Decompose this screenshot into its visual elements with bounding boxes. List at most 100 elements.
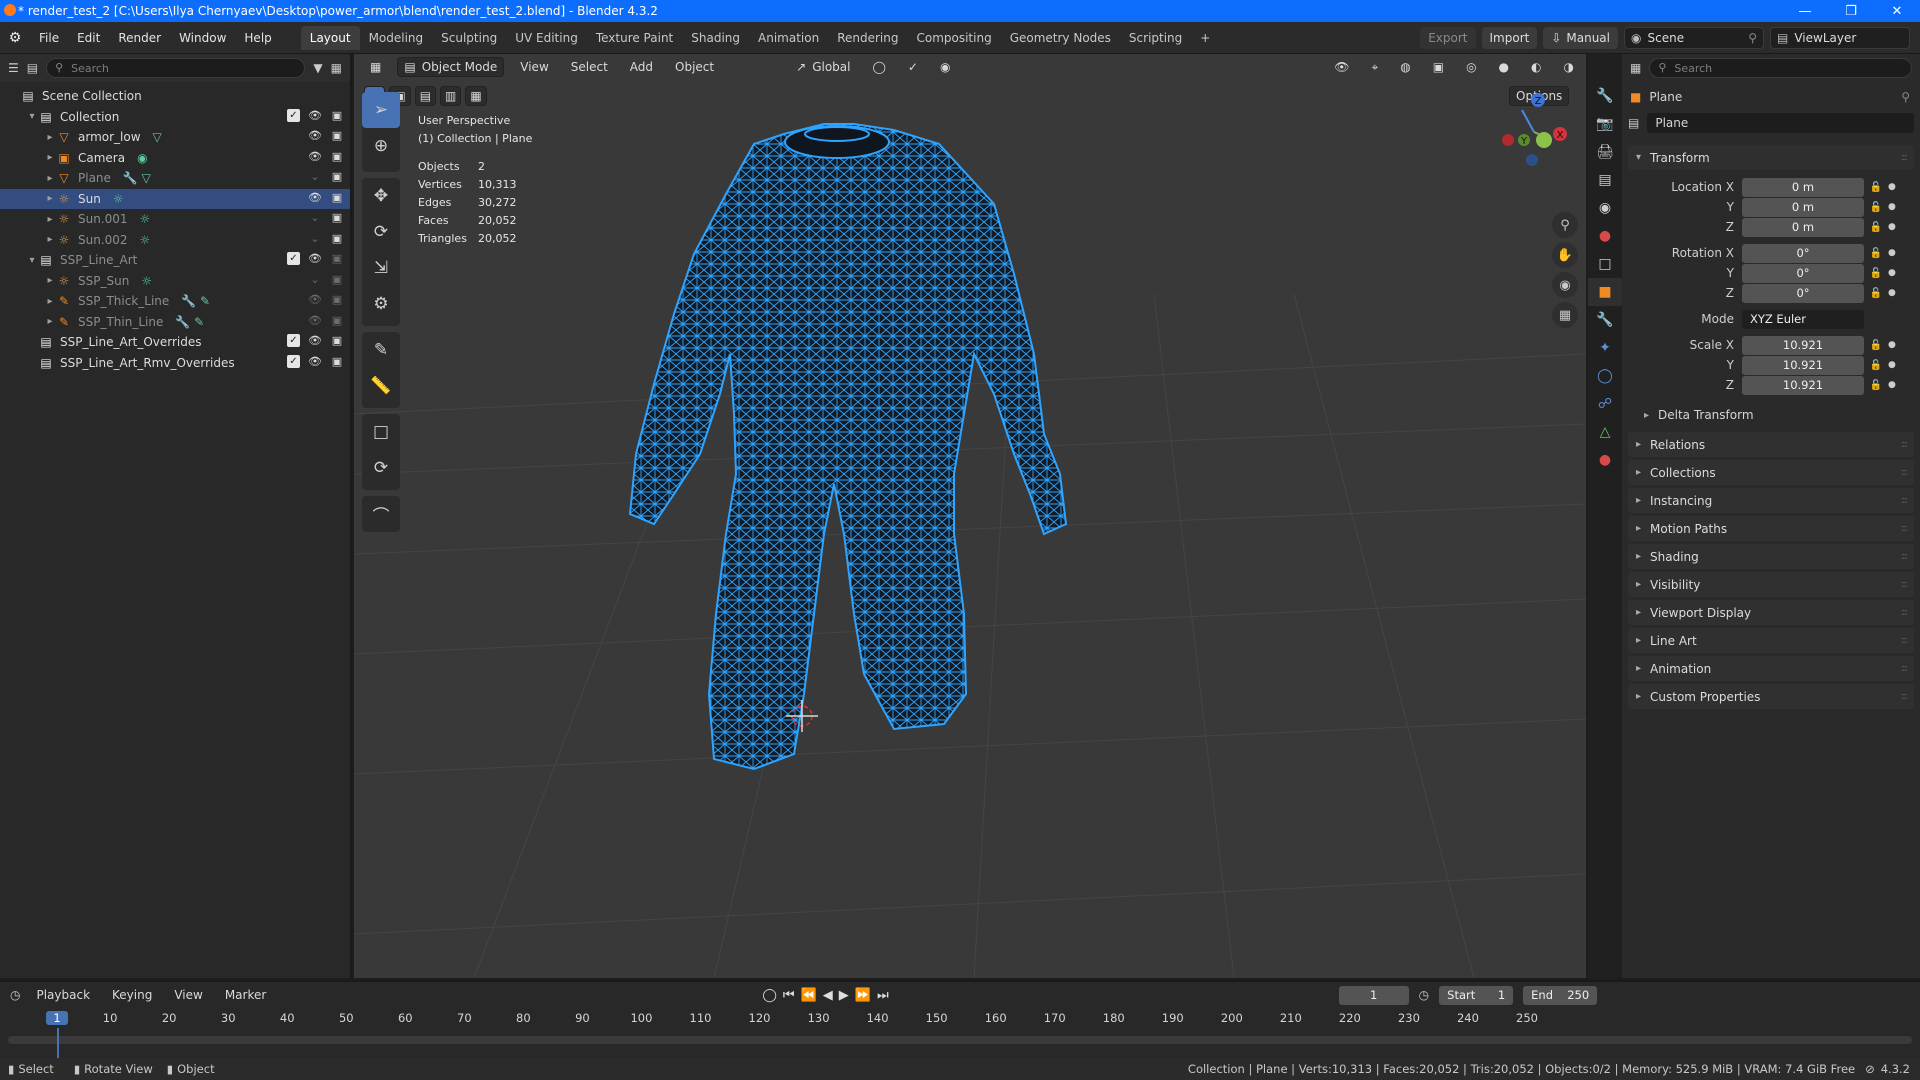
keyframe-dot-icon[interactable]: ● [1888, 288, 1900, 298]
eye-icon[interactable]: 👁 [308, 252, 322, 265]
filter-icon[interactable]: ▼ [313, 61, 322, 75]
keyframe-dot-icon[interactable]: ● [1888, 202, 1900, 212]
shading-wireframe-icon[interactable]: ◎ [1460, 57, 1482, 77]
camera-render-icon[interactable]: ▣ [330, 232, 344, 245]
drag-grip-icon[interactable]: :::: [1901, 523, 1909, 534]
select-box-tool-icon[interactable]: ➢ [362, 92, 400, 128]
menu-select[interactable]: Select [565, 57, 614, 77]
tab-animation[interactable]: Animation [749, 26, 828, 50]
expand-chevron-icon[interactable]: ▸ [44, 275, 56, 286]
drag-grip-icon[interactable]: :::: [1901, 663, 1909, 674]
panel-custom-properties[interactable]: ▸ Custom Properties:::: [1628, 684, 1914, 709]
visibility-icon[interactable]: 👁 [1328, 57, 1355, 77]
drag-grip-icon[interactable]: :::: [1901, 152, 1909, 163]
select-intersect-icon[interactable]: ▦ [465, 86, 487, 106]
data-tab-icon[interactable]: △ [1588, 418, 1622, 446]
particles-tab-icon[interactable]: ✦ [1588, 334, 1622, 362]
outliner-row[interactable]: ▤ Scene Collection [0, 86, 350, 107]
eye-icon[interactable]: 👁 [308, 314, 322, 327]
import-button[interactable]: Import [1481, 26, 1538, 49]
view-layer-selector[interactable]: ▤ ViewLayer [1770, 26, 1910, 49]
panel-collections[interactable]: ▸ Collections:::: [1628, 460, 1914, 485]
expand-chevron-icon[interactable]: ▾ [26, 255, 38, 266]
tab-scripting[interactable]: Scripting [1120, 26, 1191, 50]
camera-render-icon[interactable]: ▣ [330, 191, 344, 204]
xray-icon[interactable]: ▣ [1427, 57, 1450, 77]
jump-end-icon[interactable]: ⏭ [877, 988, 889, 1003]
camera-render-icon[interactable]: ▣ [330, 211, 344, 224]
tab-geometry-nodes[interactable]: Geometry Nodes [1001, 26, 1120, 50]
curve-tool-icon[interactable]: ⌒ [362, 496, 400, 532]
outliner-row[interactable]: ▾ ▤ SSP_Line_Art ✓ 👁 ▣ [0, 250, 350, 271]
transform-panel-header[interactable]: ▾ Transform :::: [1628, 145, 1914, 170]
lock-icon[interactable]: 🔓 [1864, 248, 1888, 259]
include-checkbox[interactable]: ✓ [287, 252, 300, 265]
expand-chevron-icon[interactable]: ▸ [44, 193, 56, 204]
drag-grip-icon[interactable]: :::: [1901, 635, 1909, 646]
eye-icon[interactable]: 👁 [308, 191, 322, 204]
lock-icon[interactable]: 🔓 [1864, 340, 1888, 351]
menu-file[interactable]: File [30, 31, 68, 45]
pivot-icon[interactable]: ◯ [866, 57, 891, 77]
scale-z-field[interactable]: 10.921 [1742, 375, 1864, 395]
outliner-row[interactable]: ▾ ▤ Collection ✓ 👁 ▣ [0, 107, 350, 128]
tab-sculpting[interactable]: Sculpting [432, 26, 506, 50]
cursor-tool-icon[interactable]: ⊕ [362, 128, 400, 164]
measure-tool-icon[interactable]: 📏 [362, 368, 400, 404]
panel-instancing[interactable]: ▸ Instancing:::: [1628, 488, 1914, 513]
transform-orientation-selector[interactable]: ↗ Global [790, 57, 856, 77]
object-tab-icon[interactable]: ■ [1588, 278, 1622, 306]
move-tool-icon[interactable]: ✥ [362, 178, 400, 214]
world-tab-icon[interactable]: ● [1588, 222, 1622, 250]
eye-icon[interactable]: 👁 [308, 293, 322, 306]
rotation-x-field[interactable]: 0° [1742, 243, 1864, 263]
expand-chevron-icon[interactable]: ▸ [44, 296, 56, 307]
drag-grip-icon[interactable]: :::: [1901, 607, 1909, 618]
keyframe-dot-icon[interactable]: ● [1888, 182, 1900, 192]
editor-type-icon[interactable]: ▦ [1630, 61, 1641, 75]
outliner-row[interactable]: ▸ ☼ SSP_Sun ☼ ⌄ ▣ [0, 271, 350, 292]
outliner-row[interactable]: ▸ ▽ Plane 🔧 ▽ ⌄ ▣ [0, 168, 350, 189]
camera-render-icon[interactable]: ▣ [330, 355, 344, 368]
menu-view[interactable]: View [514, 57, 554, 77]
editor-type-icon[interactable]: ◷ [10, 988, 20, 1002]
delta-transform-subpanel[interactable]: ▸ Delta Transform [1622, 405, 1920, 425]
playhead-line[interactable] [57, 1028, 59, 1062]
grid-perspective-icon[interactable]: ▦ [1552, 302, 1578, 328]
add-workspace-button[interactable]: + [1191, 26, 1219, 50]
eye-icon[interactable]: 👁 [308, 355, 322, 368]
play-icon[interactable]: ▶ [839, 988, 849, 1003]
export-button[interactable]: Export [1420, 26, 1476, 49]
end-frame-field[interactable]: End 250 [1523, 985, 1598, 1005]
camera-render-icon[interactable]: ▣ [330, 129, 344, 142]
scale-x-field[interactable]: 10.921 [1742, 335, 1864, 355]
tab-compositing[interactable]: Compositing [907, 26, 1000, 50]
menu-view[interactable]: View [168, 985, 208, 1005]
expand-chevron-icon[interactable]: ▸ [44, 152, 56, 163]
snap-icon[interactable]: ✓ [902, 57, 924, 77]
shading-material-icon[interactable]: ◐ [1525, 57, 1547, 77]
gizmo-toggle-icon[interactable]: ⌖ [1365, 57, 1384, 77]
camera-rotate-tool-icon[interactable]: ⟳ [362, 450, 400, 486]
zoom-icon[interactable]: ⚲ [1552, 212, 1578, 238]
include-checkbox[interactable]: ✓ [287, 108, 300, 122]
display-mode-icon[interactable]: ▤ [27, 61, 38, 75]
outliner-search-input[interactable]: ⚲ Search [46, 58, 306, 78]
location-y-field[interactable]: 0 m [1742, 197, 1864, 217]
camera-render-icon[interactable]: ▣ [330, 150, 344, 163]
jump-start-icon[interactable]: ⏮ [783, 988, 795, 1003]
maximize-icon[interactable]: ❐ [1828, 4, 1874, 19]
menu-keying[interactable]: Keying [106, 985, 158, 1005]
outliner-row[interactable]: ▸ ☼ Sun.001 ☼ ⌄ ▣ [0, 209, 350, 230]
prev-keyframe-icon[interactable]: ⏪ [801, 988, 817, 1003]
lock-icon[interactable]: 🔓 [1864, 380, 1888, 391]
menu-playback[interactable]: Playback [30, 985, 96, 1005]
expand-chevron-icon[interactable]: ▸ [44, 173, 56, 184]
proportional-edit-icon[interactable]: ◉ [934, 57, 956, 77]
clock-icon[interactable]: ◷ [1419, 988, 1429, 1002]
panel-shading[interactable]: ▸ Shading:::: [1628, 544, 1914, 569]
view-layer-tab-icon[interactable]: ▤ [1588, 166, 1622, 194]
select-subtract-icon[interactable]: ▤ [414, 86, 437, 106]
overlay-toggle-icon[interactable]: ◍ [1394, 57, 1416, 77]
keyframe-dot-icon[interactable]: ● [1888, 268, 1900, 278]
